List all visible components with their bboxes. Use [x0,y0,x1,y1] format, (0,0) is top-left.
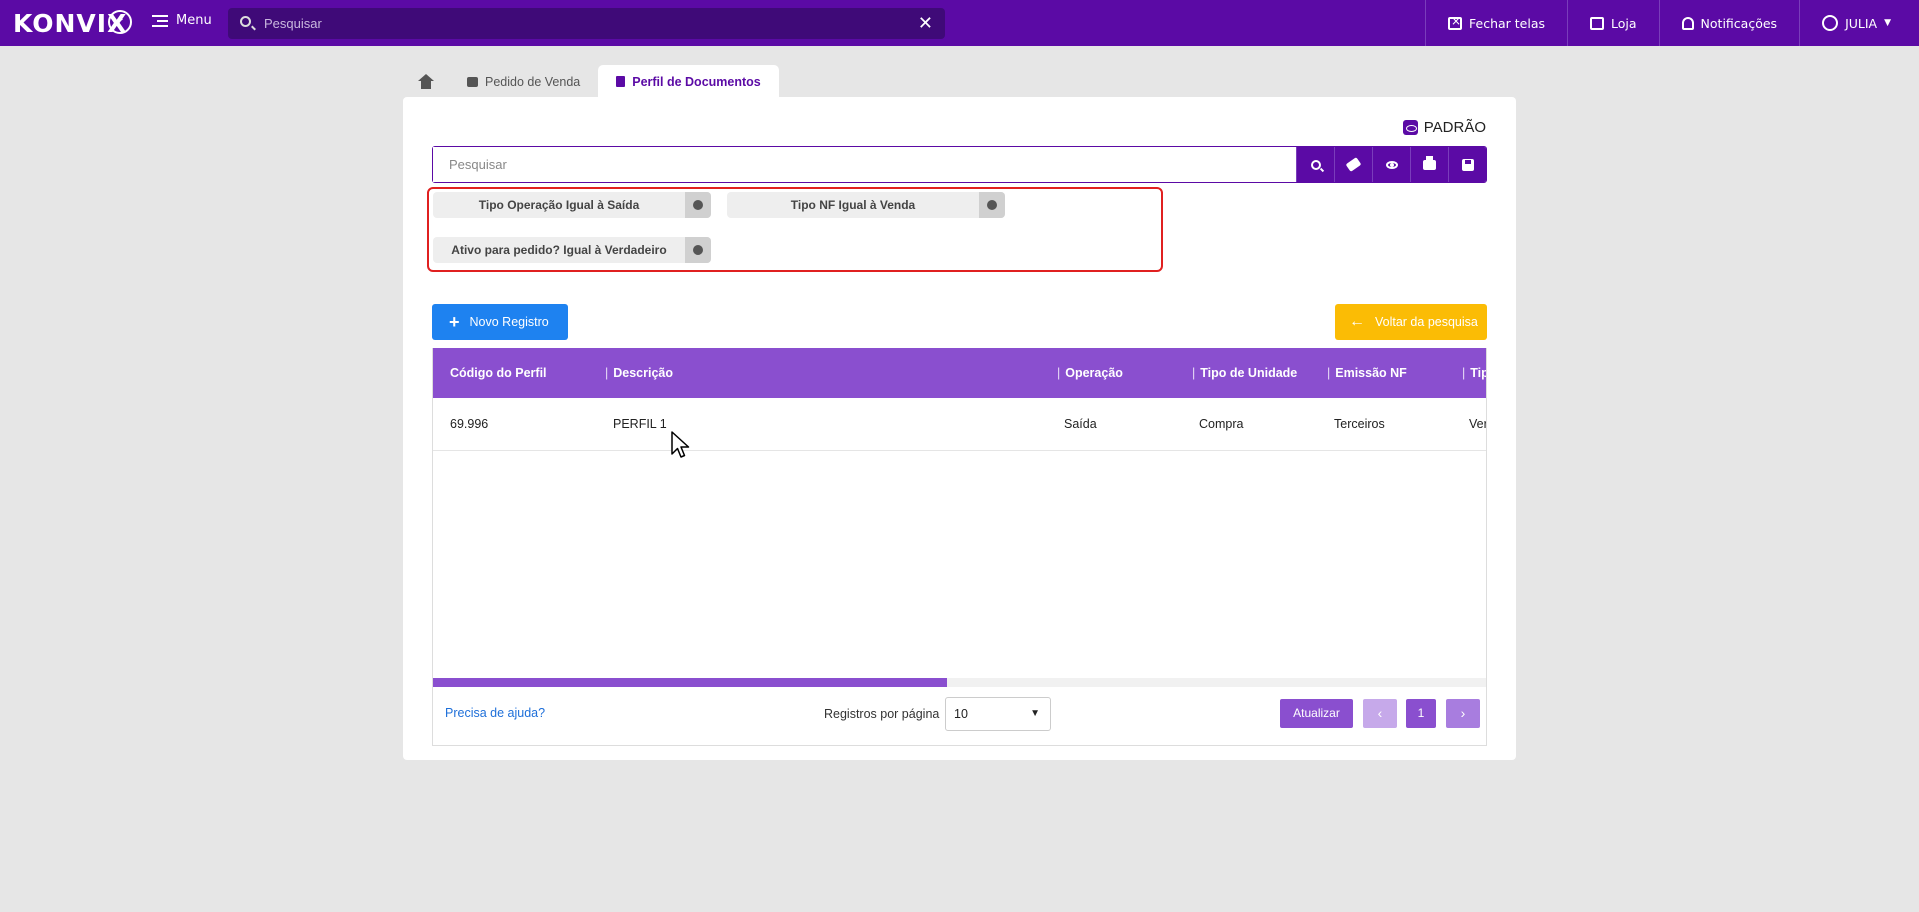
fechar-telas-label: Fechar telas [1469,15,1546,31]
logo-mark-icon [108,10,132,34]
cell-descricao: PERFIL 1 [613,417,667,431]
user-name: JULIA [1845,15,1878,31]
hamburger-icon [152,14,168,27]
previous-page-button[interactable]: ‹ [1363,699,1397,728]
filter-search-bar [432,146,1487,183]
voltar-label: Voltar da pesquisa [1375,315,1478,329]
view-button[interactable] [1372,147,1410,182]
scrollbar-thumb[interactable] [433,678,947,687]
notificacoes-label: Notificações [1700,15,1778,31]
novo-registro-button[interactable]: + Novo Registro [432,304,568,340]
save-button[interactable] [1448,147,1486,182]
cell-tipo: Ver [1469,417,1487,431]
tab-label: Perfil de Documentos [632,74,761,89]
column-header-descricao[interactable]: Descrição [605,348,673,398]
cell-emissao-nf: Terceiros [1334,417,1385,431]
eraser-icon [1345,157,1362,172]
remove-filter-icon[interactable] [685,192,711,218]
filter-chip-label: Tipo Operação Igual à Saída [478,198,640,212]
view-selector[interactable]: PADRÃO [1402,119,1486,136]
chevron-down-icon: ▼ [1030,708,1040,719]
main-panel: PADRÃO Tipo Operação Igual à Saída Tipo … [403,97,1516,760]
top-bar: KONVIX Menu ✕ Fechar telas Loja Notifica… [0,0,1919,46]
column-header-tipo-unidade[interactable]: Tipo de Unidade [1192,348,1297,398]
fechar-telas-button[interactable]: Fechar telas [1425,0,1567,46]
tab-perfil-de-documentos[interactable]: Perfil de Documentos [598,65,779,98]
table-header: Código do Perfil Descrição Operação Tipo… [433,348,1486,398]
rows-per-page-select[interactable]: 10 ▼ [945,697,1051,731]
rows-per-page-label: Registros por página [824,707,940,721]
filter-chip: Tipo Operação Igual à Saída [433,192,711,218]
global-search-input[interactable] [264,8,904,39]
results-table: Código do Perfil Descrição Operação Tipo… [432,348,1487,746]
loja-label: Loja [1611,15,1637,31]
filter-chip-label: Tipo NF Igual à Venda [790,198,916,212]
column-header-tipo[interactable]: Tip [1462,348,1486,398]
search-button[interactable] [1296,147,1334,182]
store-icon [1590,16,1605,30]
plus-icon: + [449,311,460,332]
filter-chip: Ativo para pedido? Igual à Verdadeiro [433,237,711,263]
column-header-operacao[interactable]: Operação [1057,348,1123,398]
loja-button[interactable]: Loja [1567,0,1659,46]
voltar-pesquisa-button[interactable]: ← Voltar da pesquisa [1335,304,1487,340]
atualizar-button[interactable]: Atualizar [1280,699,1353,728]
rows-per-page-value: 10 [954,707,968,721]
mouse-cursor-icon [671,431,690,458]
bell-icon [1681,16,1694,30]
save-icon [1461,158,1474,171]
filter-chip-label: Ativo para pedido? Igual à Verdadeiro [451,243,667,257]
close-windows-icon [1448,14,1462,30]
chevron-down-icon: ▼ [1884,18,1892,28]
help-link[interactable]: Precisa de ajuda? [445,706,545,720]
horizontal-scrollbar[interactable] [433,678,1486,687]
remove-filter-icon[interactable] [979,192,1005,218]
cell-tipo-unidade: Compra [1199,417,1244,431]
user-menu[interactable]: JULIA ▼ [1799,0,1913,46]
eye-icon [1385,160,1398,169]
table-row[interactable]: 69.996 PERFIL 1 Saída Compra Terceiros V… [433,398,1487,451]
notificacoes-button[interactable]: Notificações [1658,0,1800,46]
tab-label: Pedido de Venda [485,74,581,89]
clear-filters-button[interactable] [1334,147,1372,182]
menu-label: Menu [176,13,212,28]
menu-button[interactable]: Menu [152,13,212,28]
novo-registro-label: Novo Registro [469,315,549,329]
search-icon [240,16,251,27]
next-page-button[interactable]: › [1446,699,1480,728]
eye-icon [1402,120,1418,135]
tab-home[interactable] [403,65,449,98]
active-filters: Tipo Operação Igual à Saída Tipo NF Igua… [427,187,1163,272]
page-number-button[interactable]: 1 [1406,699,1436,728]
cell-operacao: Saída [1064,417,1097,431]
filter-search-input[interactable] [433,147,1296,182]
top-right-actions: Fechar telas Loja Notificações JULIA ▼ [1425,0,1913,46]
view-label: PADRÃO [1423,119,1486,136]
layers-icon [467,76,478,87]
tab-pedido-de-venda[interactable]: Pedido de Venda [449,65,598,98]
user-icon [1822,15,1839,31]
filter-chip: Tipo NF Igual à Venda [727,192,1005,218]
home-icon [417,73,435,89]
clear-search-icon[interactable]: ✕ [918,13,933,34]
document-icon [616,76,626,87]
print-button[interactable] [1410,147,1448,182]
printer-icon [1423,155,1436,170]
global-search: ✕ [228,8,945,39]
arrow-left-icon: ← [1349,313,1365,330]
remove-filter-icon[interactable] [685,237,711,263]
column-header-codigo[interactable]: Código do Perfil [450,348,547,398]
tab-bar: Pedido de Venda Perfil de Documentos [403,65,779,98]
column-header-emissao-nf[interactable]: Emissão NF [1327,348,1407,398]
search-icon [1310,159,1321,170]
cell-codigo: 69.996 [450,417,489,431]
